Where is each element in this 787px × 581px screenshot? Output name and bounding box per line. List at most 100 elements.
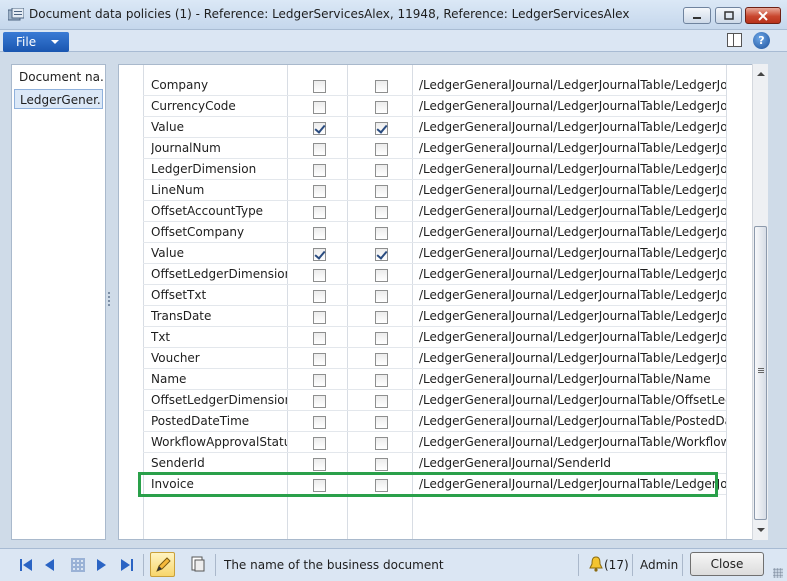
menu-bar: File [0,30,787,52]
maximize-button[interactable] [715,7,742,24]
policy-checkbox-1[interactable] [313,458,326,471]
scroll-up-icon[interactable] [757,72,765,76]
xpath-cell: /LedgerGeneralJournal/LedgerJournalTable… [419,393,726,407]
splitter-handle[interactable] [108,290,111,308]
policy-checkbox-1[interactable] [313,311,326,324]
policy-checkbox-1[interactable] [313,185,326,198]
table-row[interactable]: OffsetLedgerDimension/LedgerGeneralJourn… [143,390,726,411]
policy-checkbox-2[interactable] [375,164,388,177]
table-row[interactable]: OffsetAccountType/LedgerGeneralJournal/L… [143,201,726,222]
policy-checkbox-1[interactable] [313,248,326,261]
policy-checkbox-1[interactable] [313,416,326,429]
scroll-down-icon[interactable] [757,528,765,532]
field-name-cell: PostedDateTime [151,414,250,428]
window-close-button[interactable] [745,7,781,24]
policy-checkbox-1[interactable] [313,122,326,135]
policy-checkbox-2[interactable] [375,143,388,156]
left-pane: Document na... LedgerGener... [11,64,106,540]
previous-record-button[interactable] [45,559,54,571]
first-record-button[interactable] [20,559,34,571]
table-row[interactable]: SenderId/LedgerGeneralJournal/SenderId [143,453,726,474]
xpath-cell: /LedgerGeneralJournal/LedgerJournalTable… [419,204,726,218]
policy-checkbox-1[interactable] [313,395,326,408]
invoice-row-highlight [138,472,718,497]
field-name-cell: Value [151,120,184,134]
edit-button[interactable] [150,552,175,577]
policy-checkbox-2[interactable] [375,353,388,366]
policy-checkbox-1[interactable] [313,80,326,93]
last-record-icon [121,559,130,571]
field-name-cell: SenderId [151,456,205,470]
document-icon[interactable] [191,556,205,572]
bell-icon[interactable] [588,556,604,572]
policy-checkbox-2[interactable] [375,122,388,135]
field-name-cell: OffsetLedgerDimension [151,393,287,407]
grip-icon [758,368,764,374]
policy-checkbox-1[interactable] [313,227,326,240]
policy-checkbox-2[interactable] [375,395,388,408]
policy-checkbox-1[interactable] [313,206,326,219]
xpath-cell: /LedgerGeneralJournal/LedgerJournalTable… [419,246,726,260]
policy-checkbox-2[interactable] [375,332,388,345]
layout-icon[interactable] [727,33,742,47]
grid-view-icon[interactable] [71,558,85,572]
resize-grip[interactable] [773,568,783,578]
table-row[interactable]: LineNum/LedgerGeneralJournal/LedgerJourn… [143,180,726,201]
table-row[interactable]: TransDate/LedgerGeneralJournal/LedgerJou… [143,306,726,327]
file-menu-button[interactable]: File [3,32,69,52]
xpath-cell: /LedgerGeneralJournal/LedgerJournalTable… [419,267,726,281]
vertical-scrollbar[interactable] [752,64,768,540]
policy-checkbox-1[interactable] [313,290,326,303]
xpath-cell: /LedgerGeneralJournal/LedgerJournalTable… [419,141,726,155]
policy-checkbox-1[interactable] [313,101,326,114]
policy-checkbox-1[interactable] [313,353,326,366]
policy-checkbox-2[interactable] [375,248,388,261]
next-record-button[interactable] [97,559,106,571]
table-row[interactable]: Voucher/LedgerGeneralJournal/LedgerJourn… [143,348,726,369]
policy-checkbox-2[interactable] [375,458,388,471]
table-row[interactable]: JournalNum/LedgerGeneralJournal/LedgerJo… [143,138,726,159]
scroll-thumb[interactable] [754,226,767,520]
policy-checkbox-1[interactable] [313,143,326,156]
table-row[interactable]: CurrencyCode/LedgerGeneralJournal/Ledger… [143,96,726,117]
status-description: The name of the business document [224,558,444,572]
policy-checkbox-2[interactable] [375,185,388,198]
policy-checkbox-2[interactable] [375,227,388,240]
policy-checkbox-2[interactable] [375,101,388,114]
left-pane-item[interactable]: LedgerGener... [14,89,103,109]
table-row[interactable]: OffsetLedgerDimension/LedgerGeneralJourn… [143,264,726,285]
policy-checkbox-1[interactable] [313,269,326,282]
previous-icon [45,559,54,571]
table-row[interactable]: PostedDateTime/LedgerGeneralJournal/Ledg… [143,411,726,432]
policy-checkbox-2[interactable] [375,269,388,282]
last-record-button[interactable] [121,559,135,571]
close-button[interactable]: Close [690,552,764,576]
policy-checkbox-1[interactable] [313,164,326,177]
policy-checkbox-2[interactable] [375,290,388,303]
policy-checkbox-1[interactable] [313,374,326,387]
left-pane-item[interactable]: Document na... [14,67,103,87]
table-row[interactable]: WorkflowApprovalStatus/LedgerGeneralJour… [143,432,726,453]
table-row[interactable]: Value/LedgerGeneralJournal/LedgerJournal… [143,243,726,264]
alert-count[interactable]: (17) [604,558,629,572]
table-row[interactable]: OffsetCompany/LedgerGeneralJournal/Ledge… [143,222,726,243]
policy-checkbox-2[interactable] [375,374,388,387]
minimize-button[interactable] [683,7,711,24]
divider [215,554,216,576]
table-row[interactable]: Txt/LedgerGeneralJournal/LedgerJournalTa… [143,327,726,348]
table-row[interactable]: OffsetTxt/LedgerGeneralJournal/LedgerJou… [143,285,726,306]
table-row[interactable]: Company/LedgerGeneralJournal/LedgerJourn… [143,75,726,96]
policy-checkbox-2[interactable] [375,437,388,450]
policy-checkbox-2[interactable] [375,80,388,93]
help-icon[interactable]: ? [753,32,770,49]
policy-checkbox-2[interactable] [375,206,388,219]
policy-checkbox-2[interactable] [375,416,388,429]
table-row[interactable]: Name/LedgerGeneralJournal/LedgerJournalT… [143,369,726,390]
table-row[interactable]: LedgerDimension/LedgerGeneralJournal/Led… [143,159,726,180]
policy-checkbox-1[interactable] [313,332,326,345]
field-name-cell: Txt [151,330,171,344]
policy-checkbox-2[interactable] [375,311,388,324]
field-name-cell: JournalNum [151,141,221,155]
table-row[interactable]: Value/LedgerGeneralJournal/LedgerJournal… [143,117,726,138]
policy-checkbox-1[interactable] [313,437,326,450]
